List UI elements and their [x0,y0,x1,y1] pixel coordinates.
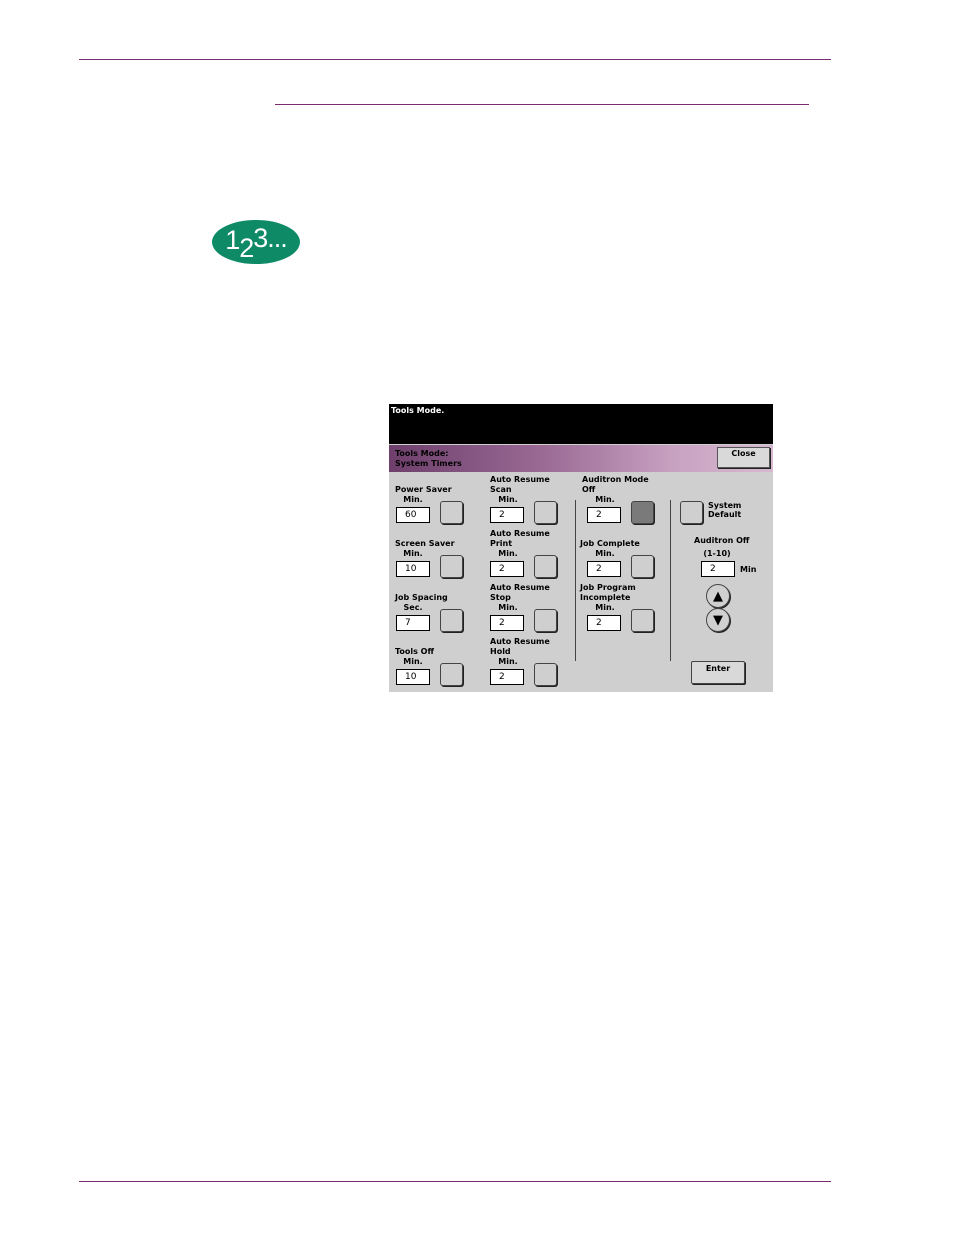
divider-right [670,500,671,661]
up-arrow-icon: ▲ [713,588,723,604]
job-program-incomplete-unit: Min. [595,603,615,612]
badge-digit-3: 3 [253,222,268,253]
enter-button[interactable]: Enter [691,661,745,684]
power-saver-button[interactable] [440,501,463,524]
job-complete-label: Job Complete [580,539,640,548]
top-rule [79,59,831,60]
job-program-incomplete-label: Job Program [580,583,636,592]
badge-digit-2: 2 [239,232,254,263]
message-text: Tools Mode. [391,406,445,415]
job-spacing-label: Job Spacing [395,593,448,602]
message-bar: Tools Mode. [389,404,773,444]
auto-resume-scan-value: 2 [490,507,524,523]
auto-resume-print-value: 2 [490,561,524,577]
screen-saver-button[interactable] [440,555,463,578]
steps-icon: 1 2 3 ... [212,220,300,264]
auto-resume-scan-button[interactable] [534,501,557,524]
title-bar: Tools Mode: System Timers [389,445,773,472]
job-program-incomplete-button[interactable] [631,609,654,632]
auto-resume-print-sub: Print [490,539,513,548]
tools-off-value: 10 [396,669,430,685]
auditron-off-value: 2 [701,561,735,577]
divider-left [575,500,576,661]
auditron-mode-off-value: 2 [587,507,621,523]
auto-resume-print-label: Auto Resume [490,529,550,538]
auditron-mode-off-button[interactable] [631,501,654,524]
screen-saver-value: 10 [396,561,430,577]
auto-resume-hold-label: Auto Resume [490,637,550,646]
power-saver-value: 60 [396,507,430,523]
screen-saver-label: Screen Saver [395,539,455,548]
auto-resume-print-button[interactable] [534,555,557,578]
decrease-arrow-button[interactable]: ▼ [706,608,730,632]
auditron-mode-off-unit: Min. [595,495,615,504]
tools-off-unit: Min. [403,657,423,666]
section-rule [275,104,809,105]
auto-resume-stop-value: 2 [490,615,524,631]
badge-digit-1: 1 [225,224,240,255]
title-line-1: Tools Mode: [395,449,449,458]
auto-resume-stop-label: Auto Resume [490,583,550,592]
job-program-incomplete-sub: Incomplete [580,593,631,602]
increase-arrow-button[interactable]: ▲ [706,584,730,608]
auto-resume-hold-unit: Min. [498,657,518,666]
auto-resume-scan-sub: Scan [490,485,512,494]
auditron-off-label: Auditron Off [694,536,750,545]
title-line-2: System Timers [395,459,462,468]
auto-resume-stop-sub: Stop [490,593,511,602]
screen-saver-unit: Min. [403,549,423,558]
job-spacing-button[interactable] [440,609,463,632]
job-complete-unit: Min. [595,549,615,558]
system-default-button[interactable] [680,501,703,524]
auto-resume-stop-button[interactable] [534,609,557,632]
auto-resume-stop-unit: Min. [498,603,518,612]
system-default-label-2: Default [708,510,742,519]
tools-off-button[interactable] [440,663,463,686]
auditron-mode-off-label: Auditron Mode [582,475,649,484]
auditron-mode-off-sub: Off [582,485,596,494]
auto-resume-scan-label: Auto Resume [490,475,550,484]
close-button[interactable]: Close [717,447,770,468]
auto-resume-hold-sub: Hold [490,647,511,656]
auto-resume-hold-value: 2 [490,669,524,685]
badge-dots: ... [267,222,287,253]
tools-mode-screen: Tools Mode. Tools Mode: System Timers Cl… [389,404,773,692]
job-spacing-value: 7 [396,615,430,631]
power-saver-unit: Min. [403,495,423,504]
job-spacing-unit: Sec. [403,603,423,612]
auto-resume-print-unit: Min. [498,549,518,558]
job-complete-value: 2 [587,561,621,577]
tools-off-label: Tools Off [395,647,434,656]
power-saver-label: Power Saver [395,485,452,494]
auditron-off-range: (1-10) [703,549,731,558]
down-arrow-icon: ▼ [713,612,723,628]
bottom-rule [79,1181,831,1182]
job-complete-button[interactable] [631,555,654,578]
job-program-incomplete-value: 2 [587,615,621,631]
auditron-off-unit: Min [740,565,757,574]
auto-resume-scan-unit: Min. [498,495,518,504]
auto-resume-hold-button[interactable] [534,663,557,686]
